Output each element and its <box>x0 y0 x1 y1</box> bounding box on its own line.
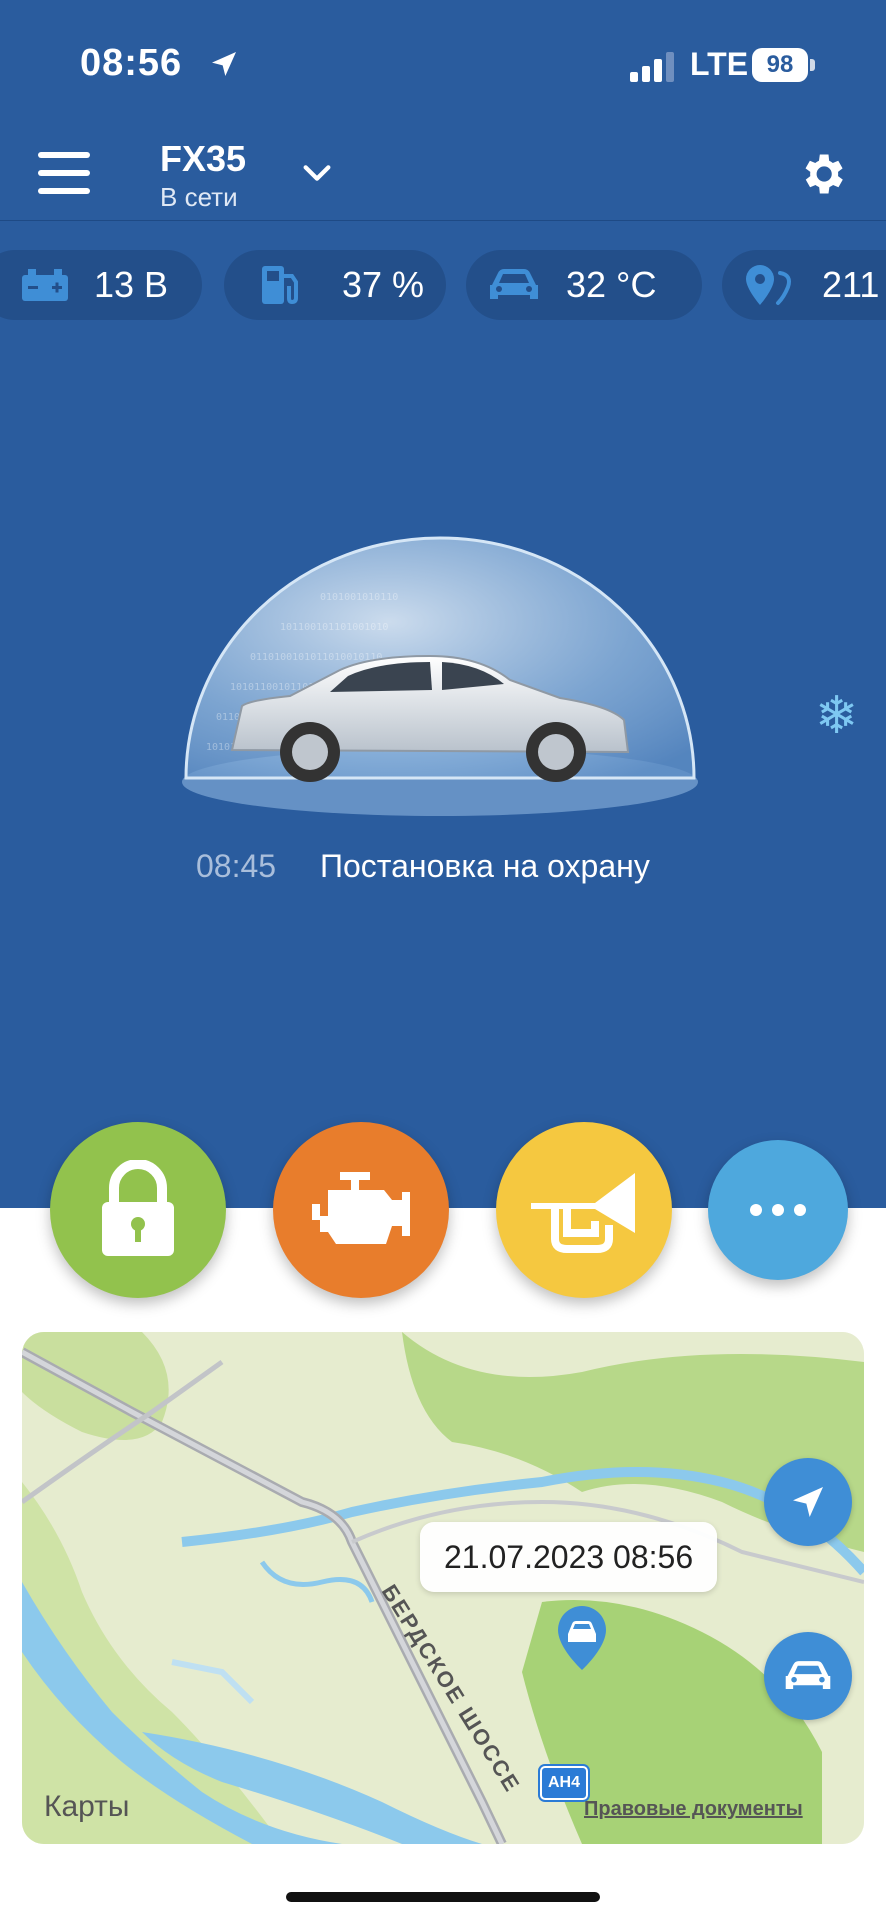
more-dots-icon <box>750 1204 806 1216</box>
chip-battery[interactable]: 13 В <box>0 250 202 320</box>
svg-text:0110100101011010010110: 0110100101011010010110 <box>250 652 382 663</box>
car-temp-icon <box>486 265 542 305</box>
chip-mileage-value: 211 <box>822 264 880 305</box>
padlock-icon <box>102 1160 174 1256</box>
last-event-time: 08:45 <box>196 848 277 884</box>
map-date-label: 21.07.2023 08:56 <box>420 1522 718 1592</box>
battery-icon <box>20 267 70 303</box>
hamburger-menu-icon[interactable] <box>38 152 90 196</box>
status-time: 08:56 <box>80 42 183 84</box>
svg-text:0101001010110: 0101001010110 <box>320 592 398 603</box>
chip-temperature[interactable]: 32 °C <box>466 250 702 320</box>
status-bar: 08:56 LTE 98 <box>0 0 886 130</box>
car-icon <box>785 1661 831 1689</box>
chip-fuel-value: 37 % <box>342 264 425 305</box>
chip-fuel[interactable]: 37 % <box>224 250 446 320</box>
engine-start-button[interactable] <box>273 1122 449 1298</box>
battery-indicator: 98 <box>752 48 808 82</box>
svg-text:101100101101001010: 101100101101001010 <box>280 622 388 633</box>
horn-button[interactable] <box>496 1122 672 1298</box>
app-header: FX35 В сети <box>0 130 886 221</box>
car-location-pin[interactable] <box>554 1604 610 1679</box>
chip-mileage[interactable]: 211 <box>722 250 886 320</box>
location-pin-icon <box>742 263 798 307</box>
signal-icon <box>630 52 674 82</box>
engine-icon <box>312 1172 410 1244</box>
chip-battery-value: 13 В <box>94 264 169 305</box>
car-dome-image: 0101001010110 101100101101001010 0110100… <box>182 536 698 816</box>
chevron-down-icon[interactable] <box>300 156 334 190</box>
chip-temperature-value: 32 °C <box>566 264 657 305</box>
car-name[interactable]: FX35 <box>160 138 246 180</box>
car-pin-icon <box>558 1606 606 1670</box>
fuel-icon <box>258 262 302 308</box>
telemetry-chips: 13 В 37 % 32 °C 211 <box>0 250 886 320</box>
more-button[interactable] <box>708 1140 848 1280</box>
last-event-text: Постановка на охрану <box>320 848 650 884</box>
car-security-dome[interactable]: 0101001010110 101100101101001010 0110100… <box>180 530 700 820</box>
apple-maps-logo: Карты <box>44 1790 130 1824</box>
legal-documents-link[interactable]: Правовые документы <box>584 1798 803 1821</box>
navigation-arrow-icon <box>793 1487 823 1517</box>
gear-icon[interactable] <box>796 148 848 200</box>
car-status: В сети <box>160 182 238 212</box>
map-center-car-button[interactable] <box>764 1632 852 1720</box>
horn-icon <box>531 1173 635 1253</box>
home-indicator[interactable] <box>286 1892 600 1902</box>
map-navigate-button[interactable] <box>764 1458 852 1546</box>
location-arrow-icon <box>212 52 236 76</box>
battery-tip <box>810 59 815 71</box>
maps-logo-text: Карты <box>44 1790 130 1823</box>
lock-button[interactable] <box>50 1122 226 1298</box>
network-type: LTE <box>690 46 749 82</box>
map-road-badge: АН4 <box>540 1766 588 1800</box>
snowflake-icon: ❄ <box>815 687 859 745</box>
